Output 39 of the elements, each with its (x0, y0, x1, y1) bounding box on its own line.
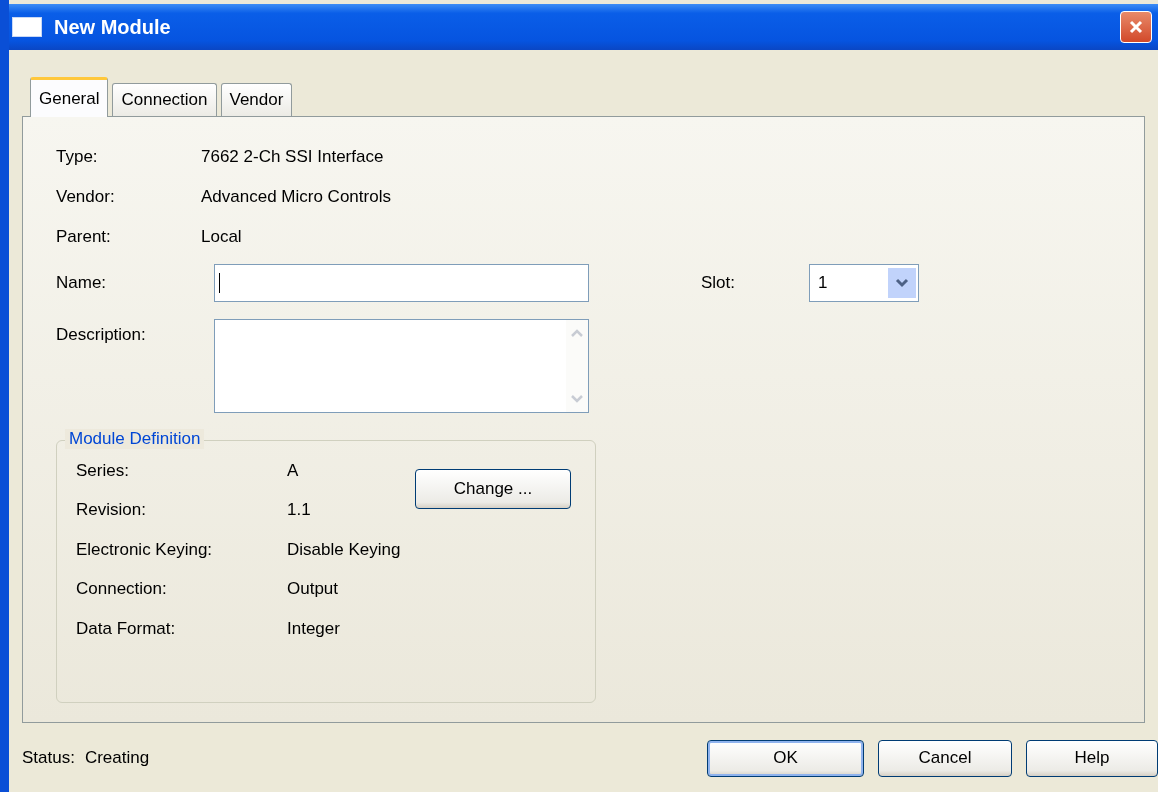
dialog-button[interactable]: Help (1026, 739, 1158, 777)
tab[interactable]: Vendor (220, 83, 293, 116)
field-label: Data Format: (76, 618, 177, 639)
dialog-button[interactable]: OK (707, 739, 864, 777)
close-button[interactable] (1120, 11, 1152, 43)
field-value: 1.1 (287, 500, 311, 521)
field-label: Series: (76, 460, 130, 481)
field-value: Output (287, 579, 339, 600)
group-title: Module Definition (65, 429, 205, 449)
status-value: Creating (84, 748, 150, 768)
field-label: Connection: (76, 579, 168, 600)
close-icon (1128, 19, 1144, 35)
field-value: A (287, 460, 299, 481)
tab[interactable]: General (30, 77, 109, 117)
dialog-button[interactable]: Cancel (878, 739, 1012, 777)
field-label: Description: (56, 324, 147, 346)
scrollbar[interactable] (566, 320, 588, 412)
field-label: Parent: (56, 227, 112, 247)
field-label: Name: (56, 273, 108, 293)
status-label: Status: (22, 748, 75, 768)
field-value: Local (201, 227, 242, 247)
field-value: 7662 2-Ch SSI Interface (201, 147, 384, 167)
chevron-down-icon (895, 278, 909, 288)
field-value: Advanced Micro Controls (201, 187, 391, 207)
window-icon (12, 17, 42, 37)
field-label: Slot: (701, 273, 737, 293)
slot-dropdown[interactable]: 1 (809, 264, 919, 302)
field-label: Type: (56, 147, 99, 167)
text-cursor (219, 273, 220, 293)
change-button[interactable]: Change ... (415, 469, 571, 509)
field-label: Vendor: (56, 187, 116, 207)
description-field[interactable] (214, 319, 589, 413)
window-title: New Module (54, 15, 172, 39)
field-value: Disable Keying (287, 539, 401, 560)
field-value: Integer (287, 618, 340, 639)
field-label: Revision: (76, 500, 147, 521)
name-field[interactable] (214, 264, 589, 302)
tab[interactable]: Connection (112, 83, 217, 116)
field-label: Electronic Keying: (76, 539, 214, 560)
